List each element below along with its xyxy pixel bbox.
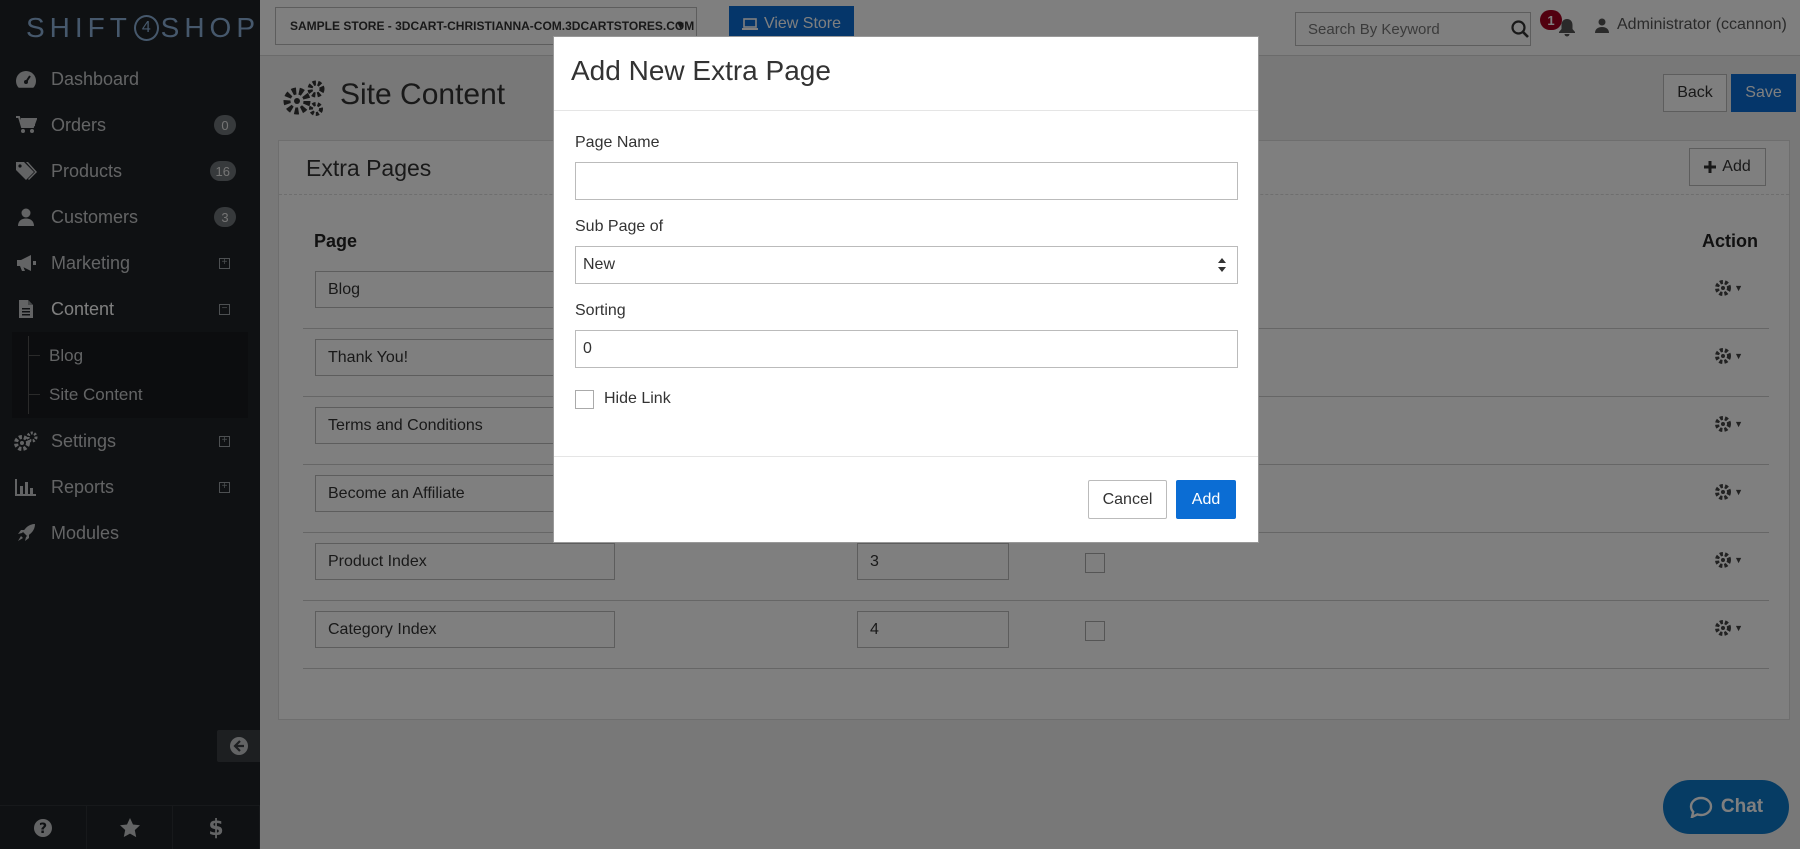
add-extra-page-modal: Add New Extra Page Page Name Sub Page of…: [553, 36, 1259, 543]
page-name-field[interactable]: [575, 162, 1238, 200]
add-button[interactable]: Add: [1176, 480, 1236, 519]
modal-footer-divider: [554, 456, 1258, 457]
sub-page-selected: New: [583, 256, 616, 273]
cancel-button[interactable]: Cancel: [1088, 480, 1167, 519]
sub-page-select[interactable]: New: [575, 246, 1238, 284]
modal-header-divider: [554, 110, 1258, 111]
sub-page-label: Sub Page of: [575, 218, 664, 235]
sorting-field[interactable]: [575, 330, 1238, 368]
hide-link-checkbox[interactable]: [575, 390, 594, 409]
sort-arrows-icon: [1217, 257, 1227, 278]
modal-title: Add New Extra Page: [571, 55, 831, 86]
hide-link-label[interactable]: Hide Link: [604, 390, 671, 408]
sorting-label: Sorting: [575, 302, 626, 319]
page-name-label: Page Name: [575, 134, 660, 151]
